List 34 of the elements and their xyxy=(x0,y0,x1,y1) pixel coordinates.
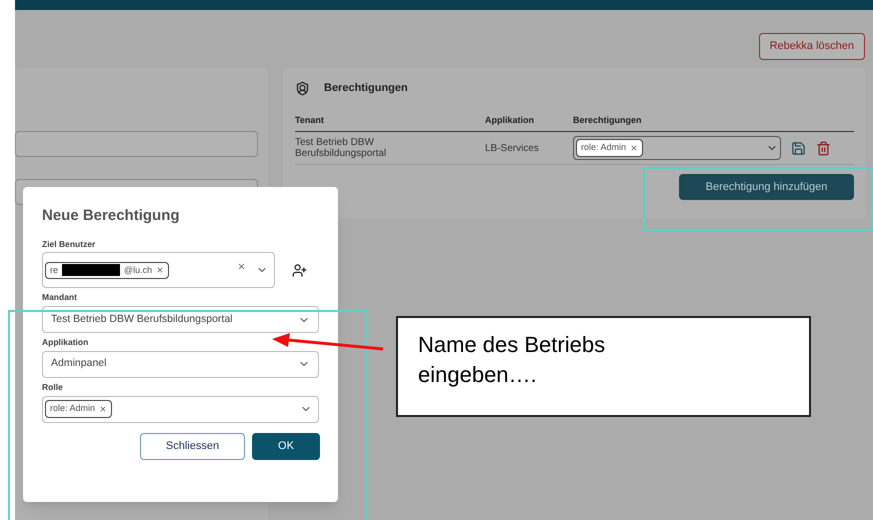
application-cell-text: LB-Services xyxy=(485,142,540,156)
tag-chip: role: Admin xyxy=(45,400,112,418)
add-permission-button[interactable]: Berechtigung hinzufügen xyxy=(679,174,854,200)
remove-icon[interactable] xyxy=(630,144,638,152)
column-header: Applikation xyxy=(485,114,535,127)
save-icon[interactable] xyxy=(791,140,806,156)
field-label: Rolle xyxy=(42,380,64,394)
tenant-cell-text: Test Betrieb DBW Berufsbildungsportal xyxy=(295,137,388,159)
field-label: Mandant xyxy=(42,291,78,304)
close-button[interactable]: Schliessen xyxy=(140,432,245,460)
roles-select[interactable]: role: Admin xyxy=(573,136,781,160)
ok-button[interactable]: OK xyxy=(252,432,320,460)
remove-icon[interactable] xyxy=(99,405,108,413)
remove-icon[interactable] xyxy=(156,266,164,274)
column-header: Tenant xyxy=(295,114,325,126)
field-label: Applikation xyxy=(42,336,90,349)
column-header: Berechtigungen xyxy=(573,114,643,127)
field-label: Ziel Benutzer xyxy=(42,238,96,250)
tag-chip: re @lu.ch xyxy=(45,262,170,279)
multi-select[interactable]: re @lu.ch xyxy=(42,252,275,288)
trash-icon[interactable] xyxy=(816,140,831,156)
add-user-icon[interactable] xyxy=(292,262,307,278)
shield-icon xyxy=(295,80,310,96)
select-field[interactable]: Adminpanel xyxy=(42,350,319,378)
select-field[interactable]: Test Betrieb DBW Berufsbildungsportal xyxy=(42,306,319,333)
clear-icon[interactable] xyxy=(237,262,246,271)
multi-select[interactable]: role: Admin xyxy=(42,396,319,422)
card-title: Berechtigungen xyxy=(324,81,408,96)
delete-button[interactable]: Rebekka löschen xyxy=(758,33,865,60)
tag-chip: role: Admin xyxy=(576,139,644,157)
text-field[interactable] xyxy=(15,131,258,157)
redaction-block xyxy=(62,264,120,276)
dialog-title: Neue Berechtigung xyxy=(42,206,181,226)
callout-box: Name des Betriebs eingeben…. xyxy=(396,316,811,417)
